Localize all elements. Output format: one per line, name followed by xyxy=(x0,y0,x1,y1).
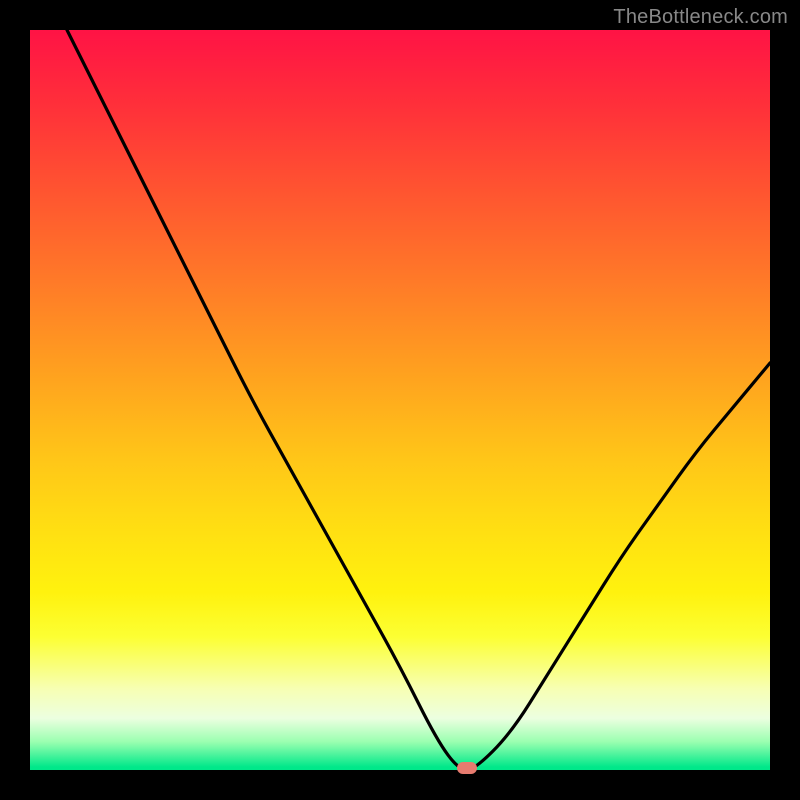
watermark-text: TheBottleneck.com xyxy=(613,6,788,29)
chart-frame: TheBottleneck.com xyxy=(0,0,800,800)
bottleneck-curve xyxy=(67,30,770,770)
curve-svg xyxy=(30,30,770,770)
plot-area xyxy=(30,30,770,770)
optimal-marker xyxy=(457,762,477,774)
